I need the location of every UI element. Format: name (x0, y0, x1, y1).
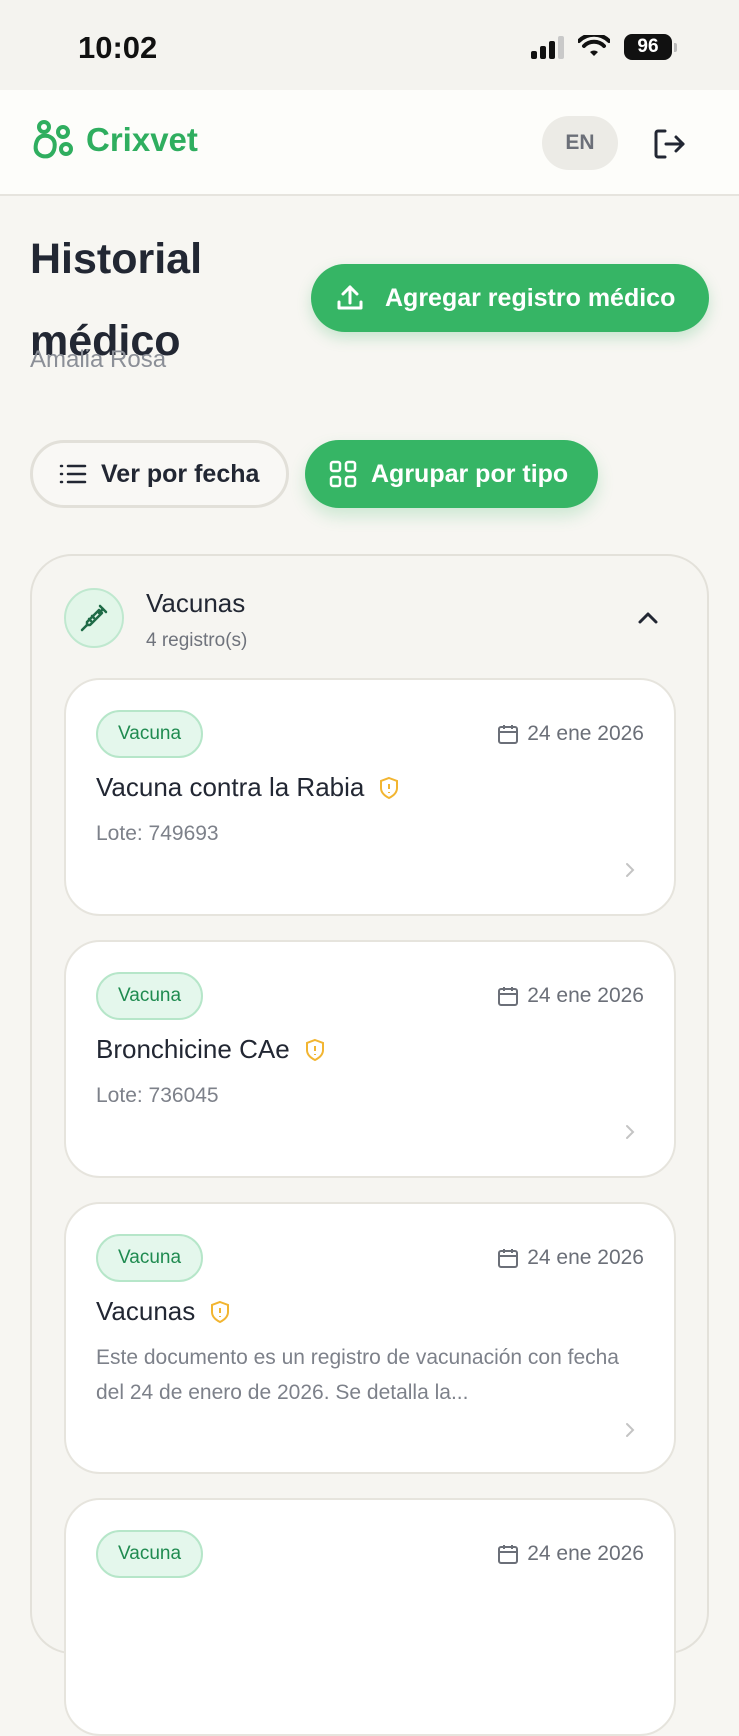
record-title: Bronchicine CAe (96, 1034, 326, 1065)
chevron-right-icon (626, 1423, 635, 1437)
record-card[interactable]: Vacuna 24 ene 2026 Vacunas Este document… (64, 1202, 676, 1474)
shield-alert-icon (305, 1038, 324, 1061)
record-card[interactable]: Vacuna 24 ene 2026 Bronchicine CAe Lote:… (64, 940, 676, 1178)
record-date: 24 ene 2026 (497, 1542, 644, 1566)
paw-logo-icon (33, 120, 73, 159)
record-date: 24 ene 2026 (497, 984, 644, 1008)
calendar-icon (498, 1545, 519, 1564)
record-date-text: 24 ene 2026 (527, 1542, 644, 1565)
calendar-icon (498, 725, 519, 744)
chevron-right-icon (626, 863, 635, 877)
calendar-icon (498, 987, 519, 1006)
view-by-date-label: Ver por fecha (101, 459, 260, 488)
shield-alert-icon (380, 776, 399, 799)
pet-name: Amalia Rosa (30, 346, 167, 373)
app-header: Crixvet EN (0, 90, 739, 196)
record-type-badge: Vacuna (96, 710, 204, 758)
record-date-text: 24 ene 2026 (527, 984, 644, 1007)
vaccines-group-panel: Vacunas 4 registro(s) Vacuna 24 ene 2026… (30, 554, 709, 1736)
record-detail: Lote: 749693 (96, 822, 219, 845)
record-title-text: Vacunas (96, 1296, 196, 1326)
view-by-date-button[interactable]: Ver por fecha (30, 440, 289, 508)
chevron-right-icon (626, 1125, 635, 1139)
group-record-count: 4 registro(s) (146, 630, 248, 651)
record-detail: Este documento es un registro de vacunac… (96, 1346, 619, 1404)
record-card[interactable]: Vacuna 24 ene 2026 (64, 1498, 676, 1736)
record-card[interactable]: Vacuna 24 ene 2026 Vacuna contra la Rabi… (64, 678, 676, 916)
brand-name: Crixvet (86, 121, 198, 158)
cellular-signal-icon (531, 35, 564, 59)
record-title-text: Bronchicine CAe (96, 1034, 290, 1064)
language-toggle-button[interactable]: EN (542, 116, 618, 170)
record-date: 24 ene 2026 (497, 1246, 644, 1270)
record-type-badge: Vacuna (96, 1234, 204, 1282)
record-date-text: 24 ene 2026 (527, 1246, 644, 1269)
brand-logo[interactable]: Crixvet (30, 118, 198, 162)
status-bar: 10:02 96 (0, 0, 739, 90)
group-by-type-button[interactable]: Agrupar por tipo (305, 440, 598, 508)
status-icons: 96 (531, 34, 677, 60)
status-time: 10:02 (78, 30, 158, 65)
syringe-icon (80, 604, 108, 632)
add-medical-record-button[interactable]: Agregar registro médico (311, 264, 709, 332)
add-medical-record-label: Agregar registro médico (385, 283, 676, 312)
record-title: Vacuna contra la Rabia (96, 772, 400, 803)
record-date: 24 ene 2026 (497, 722, 644, 746)
record-title-text: Vacuna contra la Rabia (96, 772, 365, 802)
shield-alert-icon (211, 1300, 230, 1323)
battery-level: 96 (624, 34, 672, 60)
group-icon-badge (64, 588, 124, 648)
upload-icon (337, 285, 363, 310)
logout-icon[interactable] (650, 124, 690, 164)
grid-icon (329, 460, 357, 488)
record-type-badge: Vacuna (96, 1530, 204, 1578)
record-date-text: 24 ene 2026 (527, 722, 644, 745)
wifi-icon (578, 35, 610, 56)
calendar-icon (498, 1249, 519, 1268)
group-title: Vacunas (146, 588, 246, 618)
group-by-type-label: Agrupar por tipo (371, 459, 569, 488)
record-title: Vacunas (96, 1296, 231, 1327)
record-detail: Lote: 736045 (96, 1084, 219, 1107)
battery-icon: 96 (624, 34, 677, 60)
chevron-up-icon[interactable] (632, 602, 664, 634)
list-icon (59, 464, 87, 484)
record-type-badge: Vacuna (96, 972, 204, 1020)
